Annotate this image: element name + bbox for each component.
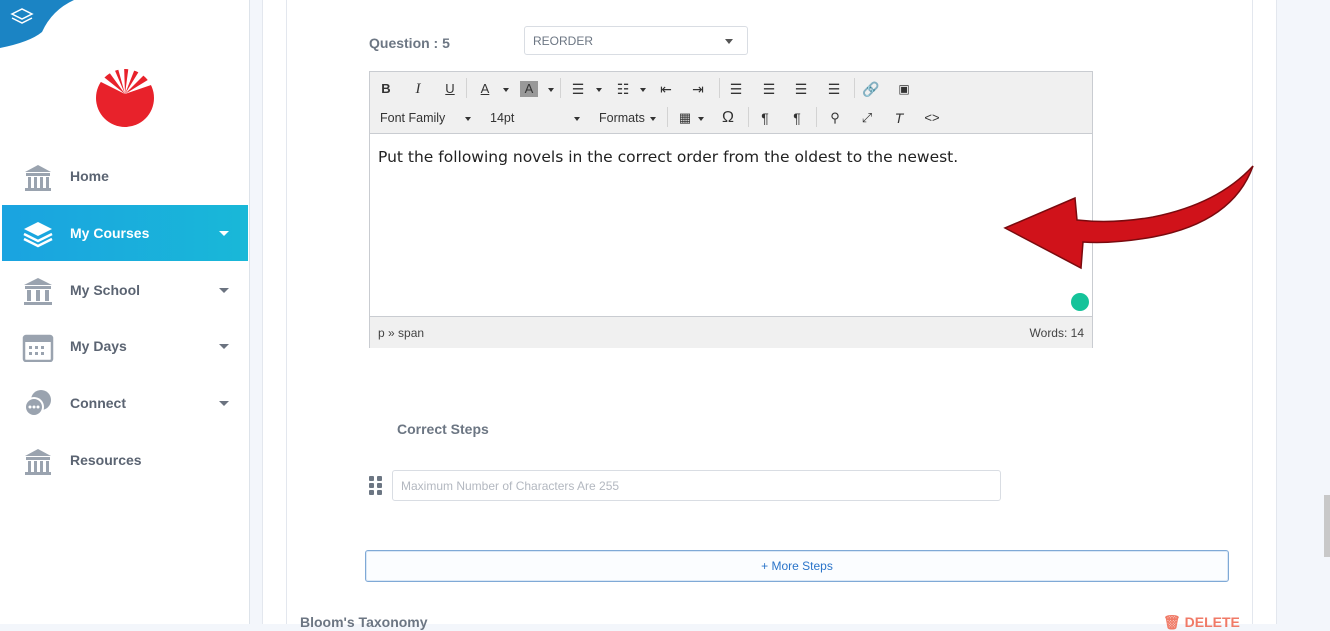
underline-icon[interactable]: U <box>442 79 458 99</box>
background-color-icon[interactable]: A <box>520 81 538 97</box>
sidebar: Home My Courses My School My Days Connec… <box>0 0 250 624</box>
chevron-down-icon[interactable] <box>219 288 229 293</box>
sidebar-item-label: My School <box>70 282 141 298</box>
delete-button[interactable]: 🗑 DELETE <box>1163 614 1240 631</box>
fullscreen-icon[interactable]: ⤢ <box>858 108 876 128</box>
media-icon[interactable]: ▣ <box>894 79 914 99</box>
blooms-taxonomy-heading: Bloom's Taxonomy <box>300 614 428 630</box>
element-path: p » span <box>378 326 425 340</box>
sidebar-item-my-courses[interactable]: My Courses <box>2 205 248 261</box>
outdent-icon[interactable]: ⇤ <box>656 79 676 99</box>
school-building-icon <box>25 165 51 191</box>
sidebar-item-label: Resources <box>70 452 142 468</box>
correct-steps-heading: Correct Steps <box>397 421 489 437</box>
font-family-select[interactable]: Font Family <box>380 108 445 128</box>
bullet-list-icon[interactable]: ☰ <box>568 79 588 99</box>
rich-text-editor[interactable]: B I U A A ☰ ☷ ⇤ ⇥ ☰ ☰ ☰ ☰ 🔗 ▣ Font Famil… <box>369 71 1093 348</box>
sidebar-item-my-days[interactable]: My Days <box>2 318 248 374</box>
corner-logo-icon <box>0 0 74 48</box>
sidebar-item-label: Connect <box>70 395 126 411</box>
columns-building-icon <box>24 278 52 305</box>
text-color-icon[interactable]: A <box>474 79 496 99</box>
word-count: Words: 14 <box>1029 326 1084 340</box>
red-arrow-icon <box>1003 165 1254 270</box>
table-icon[interactable]: ▦ <box>676 108 694 128</box>
special-character-icon[interactable]: Ω <box>718 108 738 128</box>
ltr-icon[interactable]: ¶ <box>756 108 774 128</box>
sidebar-item-resources[interactable]: Resources <box>2 432 248 488</box>
italic-icon[interactable]: I <box>410 79 426 99</box>
link-icon[interactable]: 🔗 <box>861 79 881 99</box>
numbered-list-icon[interactable]: ☷ <box>613 79 633 99</box>
align-center-icon[interactable]: ☰ <box>759 79 779 99</box>
school-building-icon <box>25 449 51 475</box>
editor-statusbar: p » span Words: 14 <box>370 316 1092 348</box>
step-input[interactable]: Maximum Number of Characters Are 255 <box>392 470 1001 501</box>
scrollbar[interactable] <box>1324 495 1330 557</box>
justify-icon[interactable]: ☰ <box>824 79 844 99</box>
bold-icon[interactable]: B <box>378 79 394 99</box>
question-type-value: REORDER <box>533 34 594 48</box>
indent-icon[interactable]: ⇥ <box>688 79 708 99</box>
source-code-icon[interactable]: <> <box>923 108 941 128</box>
sidebar-item-home[interactable]: Home <box>2 148 248 204</box>
calendar-icon <box>22 334 54 362</box>
align-left-icon[interactable]: ☰ <box>726 79 746 99</box>
question-type-select[interactable]: REORDER <box>524 26 748 55</box>
chevron-down-icon <box>725 39 733 44</box>
find-replace-icon[interactable]: ⚲ <box>826 108 844 128</box>
chat-bubbles-icon <box>24 390 51 417</box>
delete-label: DELETE <box>1184 614 1240 630</box>
sidebar-item-connect[interactable]: Connect <box>2 375 248 431</box>
chevron-down-icon[interactable] <box>219 401 229 406</box>
editor-toolbar: B I U A A ☰ ☷ ⇤ ⇥ ☰ ☰ ☰ ☰ 🔗 ▣ Font Famil… <box>370 72 1092 134</box>
sidebar-item-label: My Courses <box>70 225 150 241</box>
editor-content[interactable]: Put the following novels in the correct … <box>378 148 958 166</box>
align-right-icon[interactable]: ☰ <box>791 79 811 99</box>
formats-select[interactable]: Formats <box>599 108 645 128</box>
question-label: Question : 5 <box>369 35 450 51</box>
sidebar-item-label: My Days <box>70 338 127 354</box>
brand-logo[interactable] <box>94 64 156 128</box>
chevron-down-icon[interactable] <box>219 344 229 349</box>
grammarly-icon[interactable] <box>1071 293 1089 311</box>
chevron-down-icon[interactable] <box>219 231 229 236</box>
sidebar-item-my-school[interactable]: My School <box>2 262 248 318</box>
sidebar-item-label: Home <box>70 168 109 184</box>
clear-formatting-icon[interactable]: T <box>890 108 908 128</box>
font-size-select[interactable]: 14pt <box>490 108 514 128</box>
drag-handle-icon[interactable] <box>368 476 384 496</box>
more-steps-button[interactable]: + More Steps <box>365 550 1229 582</box>
stacked-layers-icon <box>23 222 53 248</box>
rtl-icon[interactable]: ¶ <box>788 108 806 128</box>
